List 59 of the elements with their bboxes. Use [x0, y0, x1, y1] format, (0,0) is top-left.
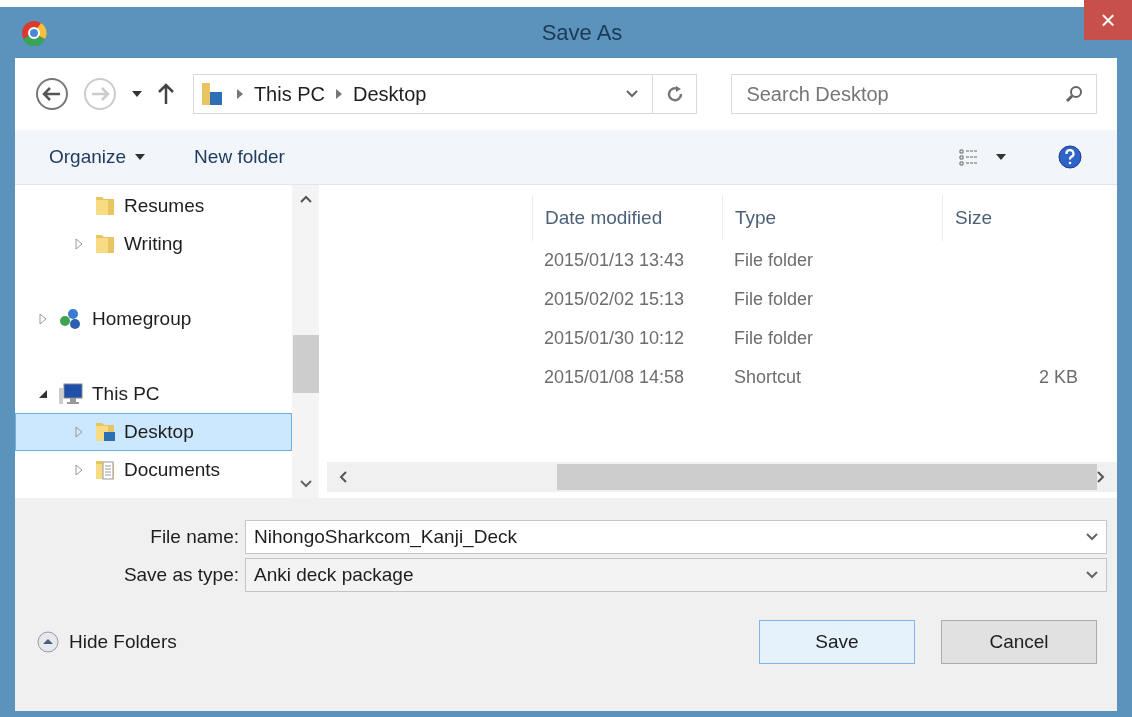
window-title: Save As: [541, 19, 623, 47]
hide-folders-button[interactable]: Hide Folders: [37, 627, 177, 657]
tree-item[interactable]: Homegroup: [15, 300, 293, 338]
cancel-button[interactable]: Cancel: [941, 620, 1097, 664]
scroll-left-icon[interactable]: [339, 471, 347, 483]
table-cell-text: File folder: [733, 249, 815, 272]
tree-item[interactable]: Writing: [15, 225, 293, 263]
table-cell-text: 2015/02/02 15:13: [543, 288, 686, 311]
table-cell-text: Shortcut: [733, 366, 803, 389]
up-arrow-icon[interactable]: [156, 82, 175, 106]
table-cell-text: File folder: [733, 327, 815, 350]
table-cell-text: 2 KB: [1038, 366, 1078, 389]
table-cell-text: 2015/01/13 13:43: [543, 249, 686, 272]
folder-icon: [94, 194, 116, 218]
organize-menu[interactable]: Organize: [49, 142, 147, 172]
file-type-dropdown[interactable]: Anki deck package: [245, 558, 1107, 592]
new-folder-button[interactable]: New folder: [194, 142, 285, 172]
scroll-up-icon[interactable]: [299, 195, 312, 203]
folder-icon: [94, 232, 116, 256]
address-bar[interactable]: This PC Desktop: [192, 74, 698, 114]
collapse-up-icon: [37, 631, 59, 653]
view-caret-icon: [995, 153, 1007, 161]
field-label: File name:: [149, 524, 240, 549]
history-caret-icon: [130, 90, 143, 98]
tree-item[interactable]: Documents: [15, 451, 293, 489]
help-icon[interactable]: [1057, 144, 1083, 170]
search-field[interactable]: Search Desktop: [731, 74, 1097, 114]
scroll-right-icon[interactable]: [1097, 471, 1105, 483]
table-cell-text: 2015/01/30 10:12: [543, 327, 686, 350]
column-header[interactable]: Date modified: [532, 195, 722, 241]
close-button[interactable]: ×: [1084, 0, 1132, 40]
chevron-down-icon: [299, 480, 312, 488]
tree-item[interactable]: This PC: [15, 375, 293, 413]
field-label: Save as type:: [122, 562, 240, 587]
chevron-down-icon: [626, 90, 639, 98]
column-header[interactable]: Type: [722, 195, 942, 241]
file-name-field[interactable]: NihongoSharkcom_Kanji_Deck: [245, 520, 1107, 554]
chevron-down-icon: [1086, 533, 1098, 541]
desktop-folder-icon: [94, 420, 116, 444]
refresh-icon[interactable]: [665, 85, 684, 103]
tree-item[interactable]: Desktop: [15, 413, 293, 451]
caret-icon: [134, 153, 147, 161]
round-app-logo-icon: [21, 19, 47, 46]
documents-folder-icon: [94, 458, 116, 482]
computer-icon: [58, 382, 84, 406]
save-button[interactable]: Save: [759, 620, 915, 664]
tree-item[interactable]: Resumes: [15, 187, 293, 225]
table-cell-text: File folder: [733, 288, 815, 311]
vertical-scrollbar[interactable]: [292, 185, 319, 498]
chevron-down-icon: [1086, 571, 1098, 579]
horizontal-scrollbar[interactable]: [327, 462, 1117, 492]
view-options-icon[interactable]: [959, 148, 979, 166]
breadcrumb-item[interactable]: This PC: [253, 79, 326, 109]
search-icon: [1065, 85, 1083, 103]
scrollbar-thumb[interactable]: [293, 335, 320, 393]
column-header[interactable]: Size: [942, 195, 1090, 241]
breadcrumb-item[interactable]: Desktop: [353, 79, 427, 109]
scrollbar-thumb[interactable]: [557, 464, 1097, 490]
table-cell-text: 2015/01/08 14:58: [543, 366, 686, 389]
